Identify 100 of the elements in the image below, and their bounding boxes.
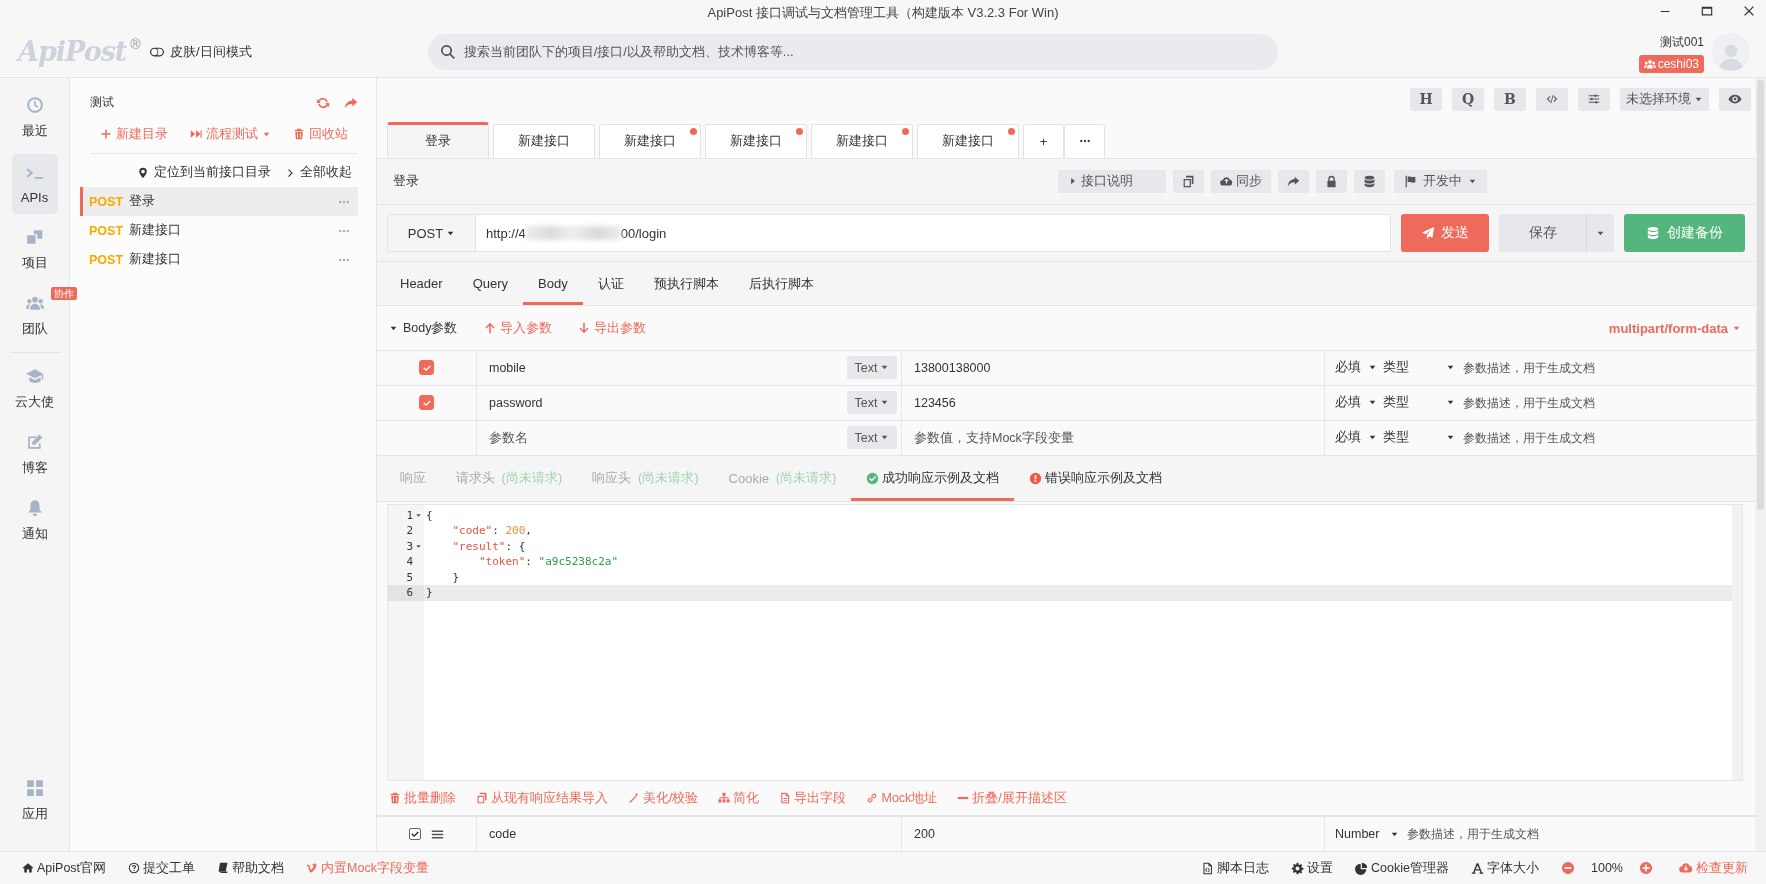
code-button[interactable] xyxy=(1536,87,1568,111)
tab[interactable]: 新建接口 xyxy=(599,123,701,158)
tab-label: 新建接口 xyxy=(942,132,994,151)
description-field[interactable]: 参数描述，用于生成文档 xyxy=(1461,356,1733,379)
tab-label: 新建接口 xyxy=(518,132,570,151)
data-type-select[interactable]: Number xyxy=(1335,824,1399,845)
drag-handle-icon[interactable] xyxy=(431,827,444,841)
param-value-field[interactable]: 123456 xyxy=(912,391,1314,414)
type-select[interactable]: Text xyxy=(847,426,897,450)
checkbox[interactable] xyxy=(409,828,421,841)
request-tab[interactable]: 后执行脚本 xyxy=(733,262,829,306)
environment-select[interactable]: 未选择环境 xyxy=(1620,87,1709,111)
status-select[interactable]: 开发中 xyxy=(1394,169,1487,193)
response-tab[interactable]: 成功响应示例及文档 xyxy=(851,455,1015,501)
locate-button[interactable]: 定位到当前接口目录 xyxy=(137,164,271,181)
collapse-button[interactable]: 全部收起 xyxy=(285,164,352,181)
tab[interactable]: 登录 xyxy=(387,121,489,158)
fold-caret-icon[interactable] xyxy=(415,542,422,550)
nav-item[interactable]: 云大使 xyxy=(11,359,58,419)
description-field[interactable]: 参数描述，用于生成文档 xyxy=(1461,391,1733,414)
required-select[interactable]: 必填 xyxy=(1335,357,1377,378)
new-tab-button[interactable]: + xyxy=(1023,123,1064,158)
param-name-field[interactable]: code xyxy=(487,823,897,846)
tree-item[interactable]: POST 新建接口 xyxy=(80,245,358,274)
tree-item[interactable]: POST 登录 xyxy=(80,187,358,216)
line-number: 5 xyxy=(406,570,413,584)
type-select[interactable]: Text xyxy=(847,356,897,380)
close-icon[interactable] xyxy=(1742,4,1756,18)
help-icon xyxy=(128,862,141,874)
type-select[interactable]: Text xyxy=(847,391,897,415)
refresh-icon[interactable] xyxy=(316,95,330,110)
nav-item[interactable]: 最近 xyxy=(11,88,58,148)
param-value-field[interactable]: 200 xyxy=(912,823,1314,846)
code-editor[interactable]: 1 2 3 4 5 6 { "code": 200, "result": { "token": "a9c5238c2a" } } xyxy=(387,503,1743,782)
zoom-in-icon[interactable] xyxy=(1639,861,1653,875)
lock-button[interactable] xyxy=(1316,169,1347,193)
zoom-out-icon[interactable] xyxy=(1561,861,1575,875)
share-button[interactable] xyxy=(1278,169,1309,193)
settings-button[interactable] xyxy=(1578,87,1610,111)
request-tab[interactable]: Query xyxy=(457,262,524,306)
param-name-field[interactable]: mobile xyxy=(487,356,847,379)
nav-item[interactable]: 团队 xyxy=(19,286,50,346)
status-button[interactable]: 脚本日志 xyxy=(1201,859,1270,877)
tab[interactable]: 新建接口 xyxy=(811,123,913,158)
param-value-field[interactable]: 13800138000 xyxy=(912,356,1314,379)
status-button[interactable]: 字体大小 xyxy=(1471,859,1539,877)
share-icon[interactable] xyxy=(344,95,358,110)
more-icon[interactable] xyxy=(338,199,350,204)
tab[interactable]: 新建接口 xyxy=(705,123,807,158)
status-button[interactable]: 设置 xyxy=(1291,859,1334,877)
data-type-select[interactable]: 类型 xyxy=(1383,392,1455,413)
maximize-icon[interactable] xyxy=(1700,4,1714,18)
more-icon[interactable] xyxy=(338,228,350,233)
checkbox[interactable] xyxy=(419,395,434,411)
status-link[interactable]: ApiPost官网 xyxy=(22,859,107,877)
data-type-select[interactable]: 类型 xyxy=(1383,357,1455,378)
request-tab[interactable]: 预执行脚本 xyxy=(638,262,734,306)
request-tab[interactable]: Body xyxy=(523,262,583,306)
nav-item[interactable]: 通知 xyxy=(11,491,58,551)
scrollbar[interactable] xyxy=(1732,504,1742,781)
param-name-field[interactable]: 参数名 xyxy=(487,426,847,449)
more-icon[interactable] xyxy=(338,257,350,262)
toolbar-button[interactable]: H xyxy=(1410,87,1442,111)
toolbar-button[interactable]: Q xyxy=(1452,87,1484,111)
body-params-toggle[interactable]: Body参数 xyxy=(389,319,458,337)
nav-item[interactable]: 项目 xyxy=(11,220,58,280)
checkbox[interactable] xyxy=(419,360,434,376)
request-tab[interactable]: Header xyxy=(385,262,458,306)
sync-button[interactable]: 同步 xyxy=(1211,169,1271,193)
response-tab[interactable]: 错误响应示例及文档 xyxy=(1014,455,1178,501)
fold-caret-icon[interactable] xyxy=(415,511,422,519)
request-tab[interactable]: 认证 xyxy=(582,262,639,306)
tree-item[interactable]: POST 新建接口 xyxy=(80,216,358,245)
doc-button[interactable]: 接口说明 xyxy=(1058,169,1166,193)
nav-label: 云大使 xyxy=(15,393,54,411)
description-field[interactable]: 参数描述，用于生成文档 xyxy=(1405,823,1733,846)
status-link[interactable]: 提交工单 xyxy=(128,859,196,877)
nav-item[interactable]: 应用 xyxy=(11,771,58,831)
tab[interactable]: 新建接口 xyxy=(917,123,1019,158)
data-type-select[interactable]: 类型 xyxy=(1383,427,1455,448)
code-file-icon xyxy=(1201,861,1215,875)
status-link[interactable]: 帮助文档 xyxy=(217,859,285,877)
database-button[interactable] xyxy=(1354,169,1385,193)
param-value-field[interactable]: 参数值，支持Mock字段变量 xyxy=(912,426,1314,449)
nav-item[interactable]: APIs xyxy=(11,154,58,214)
tab[interactable]: 新建接口 xyxy=(493,123,595,158)
toolbar-button[interactable]: B xyxy=(1494,87,1526,111)
description-field[interactable]: 参数描述，用于生成文档 xyxy=(1461,426,1733,449)
required-select[interactable]: 必填 xyxy=(1335,427,1377,448)
copy-icon xyxy=(1182,174,1195,188)
param-name-field[interactable]: password xyxy=(487,391,847,414)
theme-toggle[interactable]: 皮肤/日间模式 xyxy=(150,42,252,61)
preview-button[interactable] xyxy=(1719,87,1751,111)
required-select[interactable]: 必填 xyxy=(1335,392,1377,413)
nav-item[interactable]: 博客 xyxy=(11,425,58,485)
search-field[interactable]: 搜索当前团队下的项目/接口/以及帮助文档、技术博客等... xyxy=(427,33,1278,70)
status-button[interactable]: Cookie管理器 xyxy=(1355,859,1449,877)
line-number: 6 xyxy=(406,586,413,600)
pin-icon xyxy=(137,166,149,179)
copy-button[interactable] xyxy=(1173,169,1204,193)
